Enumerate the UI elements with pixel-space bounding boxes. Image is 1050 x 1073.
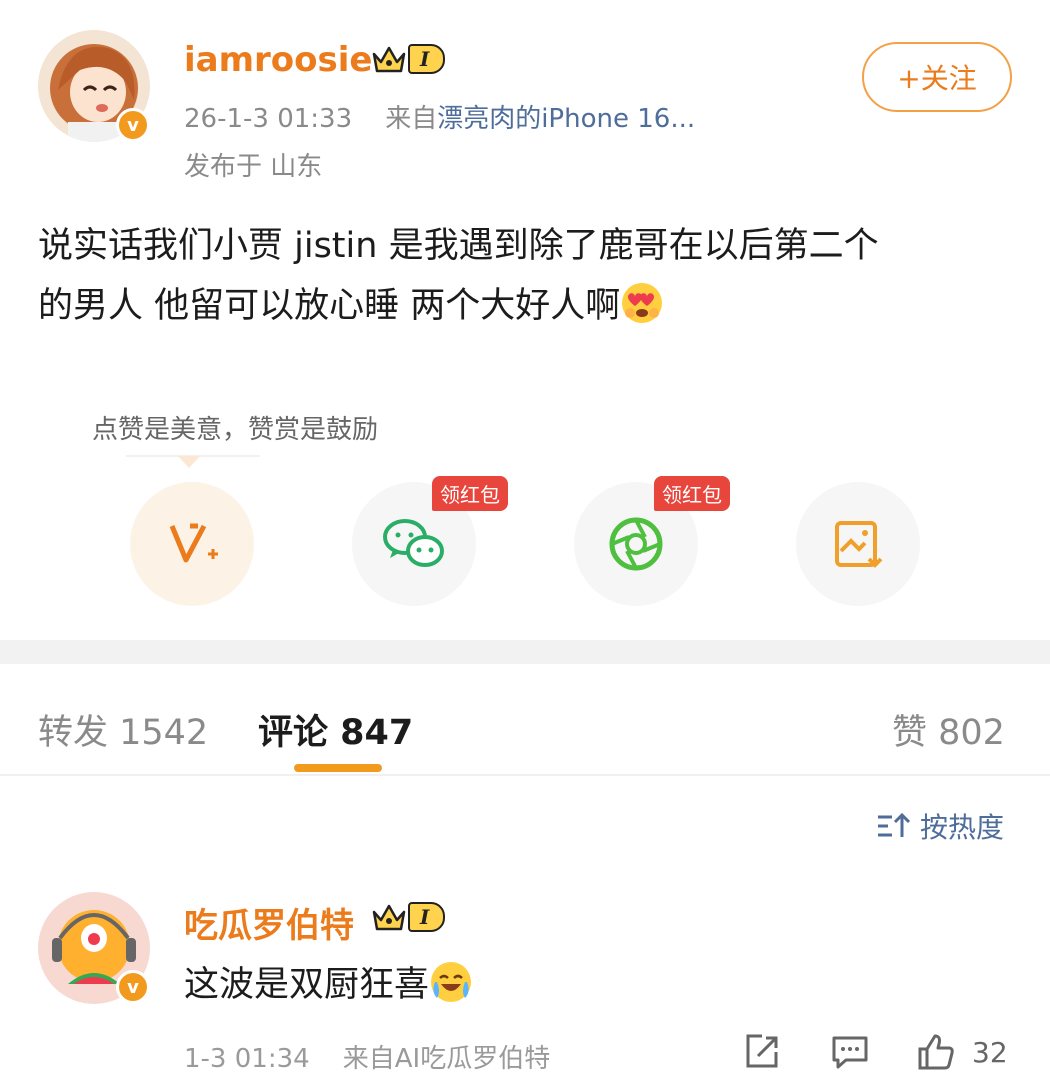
author-avatar[interactable]: v <box>38 30 150 142</box>
thumb-up-icon[interactable] <box>916 1032 956 1072</box>
level-label: I <box>408 44 446 74</box>
post-location: 发布于 山东 <box>184 152 323 182</box>
save-image-icon <box>835 521 883 568</box>
interaction-tabs: 转发 1542 评论 847 赞 802 <box>0 664 1050 776</box>
wechat-icon <box>383 519 444 567</box>
section-separator <box>0 640 1050 664</box>
comment-source-name: AI吃瓜罗伯特 <box>394 1044 551 1073</box>
sort-label: 按热度 <box>920 811 1005 844</box>
tab-like[interactable]: 赞 802 <box>892 704 1005 755</box>
commenter-avatar[interactable]: v <box>38 892 150 1004</box>
tab-repost[interactable]: 转发 1542 <box>38 704 208 755</box>
post-text-line-1: 说实话我们小贾 jistin 是我遇到除了鹿哥在以后第二个 <box>38 226 879 266</box>
reply-comment-icon[interactable] <box>830 1032 870 1072</box>
commenter-level-label: I <box>408 902 446 932</box>
follow-button[interactable]: +关注 <box>862 42 1012 112</box>
commenter-level-badge[interactable]: I <box>372 902 446 932</box>
post-text-line-2: 的男人 他留可以放心睡 两个大好人啊 <box>38 276 1018 336</box>
comment-source-prefix: 来自 <box>342 1044 395 1073</box>
post-date: 26-1-3 01:33 <box>184 104 353 134</box>
comment-meta: 1-3 01:34 来自AI吃瓜罗伯特 <box>184 1038 550 1073</box>
save-image-button[interactable] <box>796 482 920 606</box>
share-comment-icon[interactable] <box>742 1032 782 1072</box>
comment-text: 这波是双厨狂喜 <box>184 956 473 1007</box>
share-wechat-button[interactable]: 领红包 <box>352 476 508 606</box>
post-card: v iamroosie I +关注 26-1-3 01:33 来自漂亮肉的iPh… <box>0 0 1050 640</box>
comment-date: 1-3 01:34 <box>184 1044 310 1073</box>
reward-tip: 点赞是美意，赞赏是鼓励 <box>80 400 450 454</box>
author-name[interactable]: iamroosie <box>184 40 372 80</box>
crown-icon <box>372 904 406 931</box>
comment-like-count: 32 <box>972 1036 1008 1069</box>
source-prefix: 来自 <box>385 104 438 134</box>
source-link[interactable]: 漂亮肉的iPhone 16... <box>437 104 695 134</box>
reward-button[interactable] <box>130 482 254 606</box>
tab-comment[interactable]: 评论 847 <box>258 704 413 755</box>
heart-eyes-emoji-icon <box>622 283 663 323</box>
post-meta: 26-1-3 01:33 来自漂亮肉的iPhone 16... <box>184 98 695 135</box>
sort-by-heat-button[interactable]: 按热度 <box>876 806 1004 846</box>
post-text-line-2-text: 的男人 他留可以放心睡 两个大好人啊 <box>38 286 621 326</box>
wechat-redpack-badge: 领红包 <box>432 476 508 511</box>
moments-redpack-badge: 领红包 <box>654 476 730 511</box>
reward-v-icon <box>169 523 218 563</box>
crown-icon <box>372 46 406 73</box>
commenter-name[interactable]: 吃瓜罗伯特 <box>184 898 354 947</box>
tip-arrow-icon <box>178 456 200 468</box>
commenter-verified-icon: v <box>116 970 150 1004</box>
member-level-badge[interactable]: I <box>372 44 446 74</box>
active-tab-indicator <box>294 764 382 772</box>
moments-aperture-icon <box>609 517 663 571</box>
comment-text-content: 这波是双厨狂喜 <box>184 965 430 1005</box>
verified-badge-icon: v <box>116 108 150 142</box>
share-moments-button[interactable]: 领红包 <box>574 476 730 606</box>
post-content: 说实话我们小贾 jistin 是我遇到除了鹿哥在以后第二个 的男人 他留可以放心… <box>38 216 1018 336</box>
crying-laughing-emoji-icon <box>431 962 472 1002</box>
sort-icon <box>878 812 911 837</box>
